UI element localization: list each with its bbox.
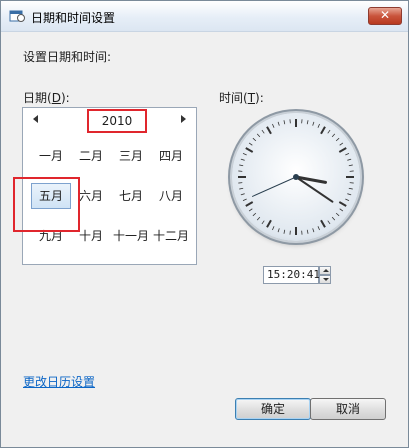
clock-center-pin: [293, 174, 299, 180]
time-spin-up-arrow-icon[interactable]: [319, 266, 331, 275]
minute-tick: [331, 216, 336, 221]
minute-tick: [335, 212, 340, 217]
month-jan[interactable]: 一月: [31, 143, 71, 169]
month-jul[interactable]: 七月: [111, 183, 151, 209]
minute-tick: [327, 220, 331, 225]
minute-tick: [306, 120, 309, 125]
hour-tick: [320, 126, 326, 135]
minute-tick: [256, 216, 261, 221]
date-label: 日期(D):: [23, 91, 70, 105]
may-highlight-box: [13, 177, 80, 232]
ok-button[interactable]: 确定: [235, 398, 311, 420]
minute-tick: [347, 193, 352, 196]
minute-tick: [272, 123, 275, 128]
title-bar[interactable]: 日期和时间设置 ✕: [1, 1, 408, 32]
minute-tick: [345, 198, 350, 201]
minute-tick: [317, 226, 320, 231]
minute-tick: [331, 133, 336, 138]
close-button[interactable]: ✕: [368, 7, 402, 25]
minute-tick: [283, 120, 286, 125]
month-apr[interactable]: 四月: [151, 143, 191, 169]
minute-tick: [248, 208, 253, 212]
window-title: 日期和时间设置: [31, 11, 116, 25]
year-selector[interactable]: 2010: [87, 109, 147, 133]
minute-tick: [252, 137, 257, 142]
month-nov[interactable]: 十一月: [111, 223, 151, 249]
hour-tick: [338, 201, 347, 207]
date-time-dialog: 日期和时间设置 ✕ 设置日期和时间: 日期(D): 时间(T): 2010 一月…: [0, 0, 409, 448]
month-aug[interactable]: 八月: [151, 183, 191, 209]
close-icon: ✕: [379, 8, 391, 22]
minute-tick: [339, 142, 344, 146]
minute-tick: [242, 198, 247, 201]
calendar-clock-icon: [9, 10, 25, 22]
cancel-button[interactable]: 取消: [310, 398, 386, 420]
minute-tick: [252, 212, 257, 217]
analog-clock: [232, 113, 360, 241]
minute-tick: [312, 121, 315, 126]
month-feb[interactable]: 二月: [71, 143, 111, 169]
minute-tick: [327, 129, 331, 134]
minute-tick: [277, 228, 280, 233]
month-mar[interactable]: 三月: [111, 143, 151, 169]
month-dec[interactable]: 十二月: [151, 223, 191, 249]
minute-tick: [272, 226, 275, 231]
minute-tick: [256, 133, 261, 138]
time-spinner[interactable]: [319, 266, 331, 284]
time-label: 时间(T):: [219, 91, 264, 105]
hour-tick: [266, 126, 272, 135]
hour-tick: [320, 219, 326, 228]
hour-tick: [266, 219, 272, 228]
hour-tick: [338, 147, 347, 153]
hour-tick: [245, 147, 254, 153]
minute-tick: [240, 193, 245, 196]
minute-tick: [306, 229, 309, 234]
hour-tick: [245, 201, 254, 207]
minute-tick: [283, 229, 286, 234]
minute-tick: [240, 158, 245, 161]
minute-tick: [348, 164, 353, 167]
change-calendar-settings-link[interactable]: 更改日历设置: [23, 373, 95, 390]
minute-tick: [261, 129, 265, 134]
minute-tick: [277, 121, 280, 126]
minute-tick: [345, 153, 350, 156]
time-spin-down-arrow-icon[interactable]: [319, 275, 331, 284]
minute-tick: [261, 220, 265, 225]
minute-tick: [347, 158, 352, 161]
time-input[interactable]: 15:20:41: [263, 266, 320, 284]
minute-tick: [312, 228, 315, 233]
minute-tick: [239, 164, 244, 167]
next-year-arrow-icon[interactable]: [181, 115, 186, 123]
second-hand: [251, 176, 297, 197]
minute-tick: [317, 123, 320, 128]
previous-year-arrow-icon[interactable]: [33, 115, 38, 123]
section-label: 设置日期和时间:: [23, 50, 112, 64]
minute-tick: [242, 153, 247, 156]
minute-tick: [239, 187, 244, 190]
minute-tick: [248, 142, 253, 146]
minute-tick: [348, 187, 353, 190]
minute-tick: [339, 208, 344, 212]
clock-face: [238, 119, 354, 235]
calendar-header: 2010: [23, 108, 196, 134]
minute-tick: [335, 137, 340, 142]
